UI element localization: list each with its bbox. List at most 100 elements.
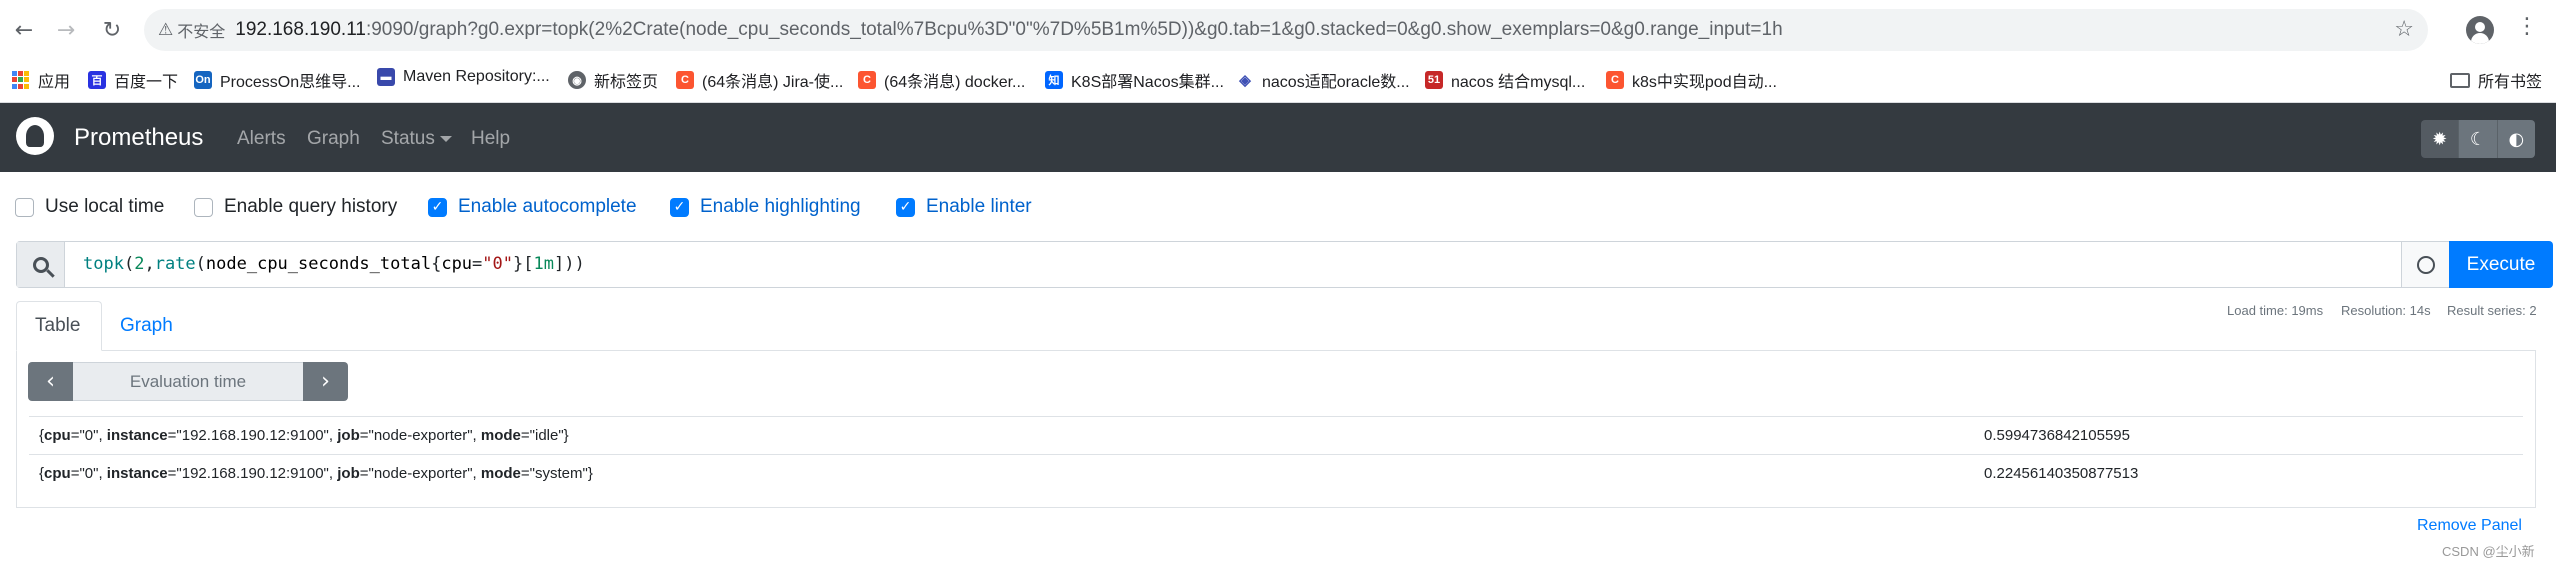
- checkbox-checked[interactable]: ✓: [670, 197, 689, 217]
- csdn-icon: C: [858, 71, 876, 89]
- series-labels: {cpu="0", instance="192.168.190.12:9100"…: [39, 465, 593, 482]
- moon-icon[interactable]: ☾: [2459, 120, 2498, 158]
- back-icon[interactable]: ←: [8, 14, 40, 46]
- insecure-indicator[interactable]: ⚠ 不安全: [158, 18, 225, 42]
- chevron-right-icon[interactable]: ›: [303, 362, 348, 401]
- star-icon[interactable]: ☆: [2394, 17, 2414, 42]
- 51cto-icon: 51: [1425, 71, 1443, 89]
- url-rest: :9090/graph?g0.expr=topk(2%2Crate(node_c…: [365, 19, 1783, 40]
- sample-value: 0.22456140350877513: [1984, 465, 2139, 482]
- url-host: 192.168.190.11: [235, 19, 366, 40]
- theme-toggle: ✹ ☾ ◐: [2421, 120, 2535, 158]
- option-autocomplete[interactable]: ✓ Enable autocomplete: [428, 196, 637, 218]
- checkbox-checked[interactable]: ✓: [896, 197, 915, 217]
- bookmark-k8s-pod[interactable]: C k8s中实现pod自动...: [1606, 68, 1777, 92]
- table-row: {cpu="0", instance="192.168.190.12:9100"…: [29, 416, 2523, 454]
- expr-token-function: rate: [154, 254, 196, 274]
- remove-panel-link[interactable]: Remove Panel: [2417, 517, 2522, 535]
- maven-icon: ▬: [377, 68, 395, 86]
- apps-icon: [12, 71, 30, 89]
- bookmark-label: k8s中实现pod自动...: [1632, 74, 1777, 91]
- insecure-label: 不安全: [177, 24, 226, 41]
- prometheus-navbar: Prometheus Alerts Graph Status Help ✹ ☾ …: [0, 103, 2556, 172]
- expr-token-duration: 1m: [533, 254, 554, 274]
- all-bookmarks[interactable]: 所有书签: [2449, 68, 2542, 92]
- brand-title[interactable]: Prometheus: [74, 124, 203, 152]
- bookmark-label: nacos 结合mysql...: [1451, 74, 1586, 91]
- nav-graph[interactable]: Graph: [307, 128, 360, 150]
- label-value: "system": [529, 465, 588, 482]
- nav-status[interactable]: Status: [381, 128, 452, 150]
- address-bar[interactable]: ⚠ 不安全 192.168.190.11:9090/graph?g0.expr=…: [144, 9, 2428, 51]
- contrast-icon[interactable]: ◐: [2497, 120, 2535, 158]
- sun-icon[interactable]: ✹: [2421, 120, 2460, 158]
- diamond-icon: ◈: [1236, 71, 1254, 89]
- option-label: Enable linter: [926, 196, 1032, 217]
- url-text[interactable]: 192.168.190.11:9090/graph?g0.expr=topk(2…: [235, 19, 1782, 41]
- bookmark-k8s-nacos[interactable]: 知 K8S部署Nacos集群...: [1045, 68, 1224, 92]
- option-label: Use local time: [45, 196, 165, 217]
- bookmark-label: (64条消息) Jira-使...: [702, 74, 844, 91]
- nav-help[interactable]: Help: [471, 128, 510, 150]
- bookmark-apps[interactable]: 应用: [12, 68, 70, 92]
- bookmark-label: 百度一下: [114, 74, 179, 91]
- nav-status-label: Status: [381, 128, 435, 149]
- evaluation-time-input[interactable]: Evaluation time: [73, 362, 303, 401]
- checkbox[interactable]: [194, 197, 213, 217]
- bookmark-newtab[interactable]: ◉ 新标签页: [568, 68, 658, 92]
- bookmark-label: (64条消息) docker...: [884, 74, 1026, 91]
- tab-graph[interactable]: Graph: [102, 301, 191, 351]
- forward-icon[interactable]: →: [50, 14, 82, 46]
- metrics-explorer-icon[interactable]: [2401, 242, 2449, 287]
- checkbox[interactable]: [15, 197, 34, 217]
- label-value: "0": [79, 465, 99, 482]
- bookmark-baidu[interactable]: 百 百度一下: [88, 68, 178, 92]
- label-value: "192.168.190.12:9100": [176, 427, 329, 444]
- series-labels: {cpu="0", instance="192.168.190.12:9100"…: [39, 427, 569, 444]
- option-use-local-time[interactable]: Use local time: [15, 196, 164, 218]
- all-bookmarks-label: 所有书签: [2477, 74, 2542, 91]
- tab-table[interactable]: Table: [16, 301, 102, 351]
- prometheus-logo-icon[interactable]: [16, 117, 54, 155]
- execute-button[interactable]: Execute: [2449, 241, 2553, 288]
- bookmark-label: K8S部署Nacos集群...: [1071, 74, 1224, 91]
- option-linter[interactable]: ✓ Enable linter: [896, 196, 1032, 218]
- bookmark-nacos-oracle[interactable]: ◈ nacos适配oracle数...: [1236, 68, 1410, 92]
- bookmark-processon[interactable]: On ProcessOn思维导...: [194, 68, 360, 92]
- nav-alerts[interactable]: Alerts: [237, 128, 286, 150]
- expr-token-string: "0": [482, 254, 514, 274]
- globe-icon: ◉: [568, 71, 586, 89]
- option-label: Enable query history: [224, 196, 398, 217]
- processon-icon: On: [194, 71, 212, 89]
- caret-down-icon: [439, 135, 452, 142]
- chevron-left-icon[interactable]: ‹: [28, 362, 73, 401]
- search-icon: [17, 242, 65, 287]
- csdn-icon: C: [1606, 71, 1624, 89]
- bookmark-nacos-mysql[interactable]: 51 nacos 结合mysql...: [1425, 68, 1585, 92]
- bookmark-label: 新标签页: [594, 74, 659, 91]
- load-time: Load time: 19ms: [2227, 303, 2324, 318]
- browser-toolbar: ← → ↻ ⚠ 不安全 192.168.190.11:9090/graph?g0…: [0, 0, 2556, 58]
- checkbox-checked[interactable]: ✓: [428, 197, 447, 217]
- expression-editor[interactable]: topk(2,rate(node_cpu_seconds_total{cpu="…: [83, 254, 585, 274]
- label-value: "0": [79, 427, 99, 444]
- evaluation-time-group: ‹ Evaluation time ›: [28, 362, 348, 401]
- bookmark-label: ProcessOn思维导...: [220, 74, 361, 91]
- bookmark-maven[interactable]: ▬ Maven Repository:...: [377, 68, 550, 86]
- zhihu-icon: 知: [1045, 71, 1063, 89]
- baidu-icon: 百: [88, 71, 106, 89]
- sample-value: 0.5994736842105595: [1984, 427, 2130, 444]
- expr-token-function: topk: [83, 254, 124, 274]
- csdn-icon: C: [676, 71, 694, 89]
- label-value: "192.168.190.12:9100": [176, 465, 329, 482]
- menu-icon[interactable]: ⋮: [2516, 14, 2538, 39]
- reload-icon[interactable]: ↻: [96, 14, 128, 46]
- expression-input-group: topk(2,rate(node_cpu_seconds_total{cpu="…: [16, 241, 2553, 288]
- option-highlighting[interactable]: ✓ Enable highlighting: [670, 196, 861, 218]
- bookmark-docker[interactable]: C (64条消息) docker...: [858, 68, 1025, 92]
- bookmark-jira[interactable]: C (64条消息) Jira-使...: [676, 68, 843, 92]
- profile-icon[interactable]: [2466, 16, 2494, 44]
- expr-token-number: 2: [134, 254, 145, 274]
- option-query-history[interactable]: Enable query history: [194, 196, 397, 218]
- bookmark-label: 应用: [38, 74, 71, 91]
